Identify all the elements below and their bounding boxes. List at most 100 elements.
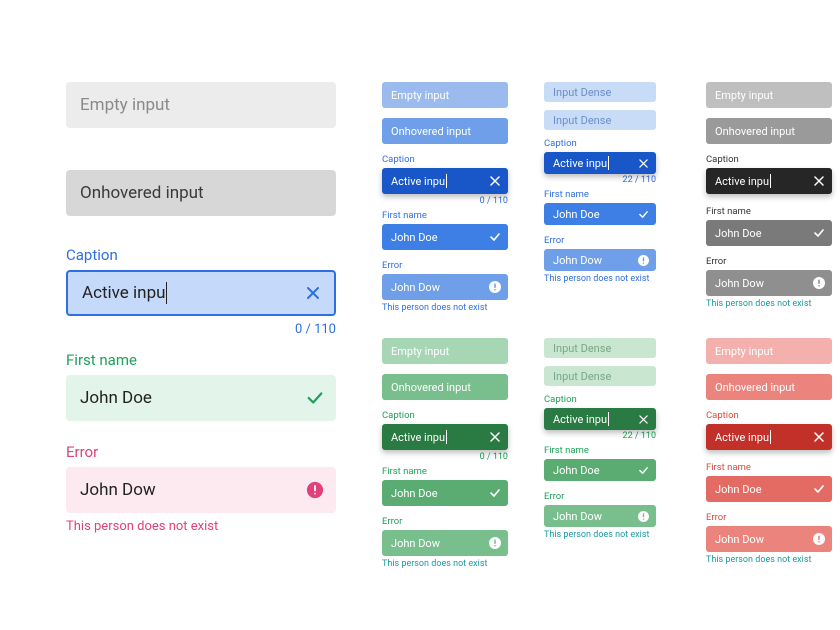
- text-caret: [446, 174, 447, 188]
- clear-x-icon[interactable]: [489, 431, 501, 443]
- placeholder-text: Empty input: [391, 345, 449, 358]
- valid-input[interactable]: John Doe: [382, 224, 508, 250]
- hovered-input[interactable]: Onhovered input: [66, 170, 336, 216]
- active-input[interactable]: Active inpu: [706, 168, 832, 194]
- input-value: Active inpu: [553, 157, 607, 170]
- active-input[interactable]: Active inpu: [706, 424, 832, 450]
- valid-input[interactable]: John Doe: [706, 220, 832, 246]
- text-caret: [608, 412, 609, 426]
- clear-x-icon[interactable]: [813, 175, 825, 187]
- error-message: This person does not exist: [66, 519, 336, 534]
- firstname-label: First name: [382, 466, 508, 477]
- placeholder-text: Onhovered input: [715, 125, 795, 138]
- input-value: John Dow: [553, 254, 602, 267]
- hovered-input[interactable]: Onhovered input: [382, 118, 508, 144]
- input-value: John Dow: [715, 533, 764, 546]
- error-input[interactable]: John Dow: [382, 274, 508, 300]
- error-input[interactable]: John Dow: [544, 505, 656, 527]
- firstname-label: First name: [544, 445, 656, 456]
- active-input[interactable]: Active inpu: [544, 152, 656, 174]
- empty-input[interactable]: Empty input: [382, 338, 508, 364]
- input-value: John Doe: [553, 464, 600, 477]
- check-icon: [637, 464, 649, 476]
- caption-label: Caption: [382, 410, 508, 421]
- empty-input[interactable]: Empty input: [706, 82, 832, 108]
- alert-icon: [489, 537, 501, 549]
- empty-input[interactable]: Empty input: [66, 82, 336, 128]
- input-value: John Dow: [715, 277, 764, 290]
- active-input[interactable]: Active inpu: [544, 408, 656, 430]
- valid-input[interactable]: John Doe: [544, 203, 656, 225]
- empty-input[interactable]: Empty input: [706, 338, 832, 364]
- input-value: Active inpu: [82, 283, 165, 303]
- error-label: Error: [66, 443, 336, 461]
- text-caret: [446, 430, 447, 444]
- alert-icon: [637, 510, 649, 522]
- input-value: John Doe: [715, 483, 762, 496]
- input-value: Active inpu: [715, 175, 769, 188]
- active-input[interactable]: Active inpu: [382, 168, 508, 194]
- firstname-label: First name: [382, 210, 508, 221]
- placeholder-text: Empty input: [715, 345, 773, 358]
- pill-text: Input Dense: [553, 114, 611, 127]
- error-message: This person does not exist: [382, 303, 508, 313]
- check-icon: [306, 389, 324, 407]
- placeholder-text: Onhovered input: [391, 381, 471, 394]
- valid-input[interactable]: John Doe: [382, 480, 508, 506]
- error-input[interactable]: John Dow: [706, 270, 832, 296]
- error-label: Error: [382, 516, 508, 527]
- clear-x-icon[interactable]: [637, 413, 649, 425]
- error-input[interactable]: John Dow: [544, 249, 656, 271]
- caption-label: Caption: [382, 154, 508, 165]
- error-input[interactable]: John Dow: [382, 530, 508, 556]
- hovered-input[interactable]: Onhovered input: [382, 374, 508, 400]
- caption-label: Caption: [706, 154, 832, 165]
- dense-pill[interactable]: Input Dense: [544, 82, 656, 102]
- input-value: Active inpu: [715, 431, 769, 444]
- alert-icon: [813, 533, 825, 545]
- firstname-label: First name: [66, 351, 336, 369]
- error-input[interactable]: John Dow: [66, 467, 336, 513]
- valid-input[interactable]: John Doe: [66, 375, 336, 421]
- input-value: Active inpu: [553, 413, 607, 426]
- input-value: Active inpu: [391, 431, 445, 444]
- dense-pill[interactable]: Input Dense: [544, 366, 656, 386]
- clear-x-icon[interactable]: [637, 157, 649, 169]
- error-label: Error: [706, 256, 832, 267]
- clear-x-icon[interactable]: [489, 175, 501, 187]
- valid-input[interactable]: John Doe: [706, 476, 832, 502]
- placeholder-text: Empty input: [715, 89, 773, 102]
- active-input[interactable]: Active inpu: [382, 424, 508, 450]
- clear-x-icon[interactable]: [813, 431, 825, 443]
- dense-pill[interactable]: Input Dense: [544, 110, 656, 130]
- input-value: John Doe: [80, 388, 152, 408]
- error-label: Error: [382, 260, 508, 271]
- placeholder-text: Onhovered input: [80, 183, 204, 203]
- check-icon: [813, 227, 825, 239]
- error-input[interactable]: John Dow: [706, 526, 832, 552]
- error-message: This person does not exist: [382, 559, 508, 569]
- error-label: Error: [544, 235, 656, 246]
- pill-text: Input Dense: [553, 342, 611, 355]
- alert-icon: [489, 281, 501, 293]
- text-caret: [608, 156, 609, 170]
- firstname-label: First name: [706, 206, 832, 217]
- caption-label: Caption: [66, 246, 336, 264]
- input-value: John Dow: [553, 510, 602, 523]
- empty-input[interactable]: Empty input: [382, 82, 508, 108]
- error-label: Error: [706, 512, 832, 523]
- caption-label: Caption: [544, 394, 656, 405]
- check-icon: [637, 208, 649, 220]
- caption-label: Caption: [706, 410, 832, 421]
- hovered-input[interactable]: Onhovered input: [706, 118, 832, 144]
- error-message: This person does not exist: [706, 555, 832, 565]
- dense-pill[interactable]: Input Dense: [544, 338, 656, 358]
- valid-input[interactable]: John Doe: [544, 459, 656, 481]
- clear-x-icon[interactable]: [304, 284, 322, 302]
- active-input[interactable]: Active inpu: [66, 270, 336, 316]
- placeholder-text: Empty input: [391, 89, 449, 102]
- check-icon: [813, 483, 825, 495]
- input-value: John Doe: [391, 231, 438, 244]
- firstname-label: First name: [706, 462, 832, 473]
- hovered-input[interactable]: Onhovered input: [706, 374, 832, 400]
